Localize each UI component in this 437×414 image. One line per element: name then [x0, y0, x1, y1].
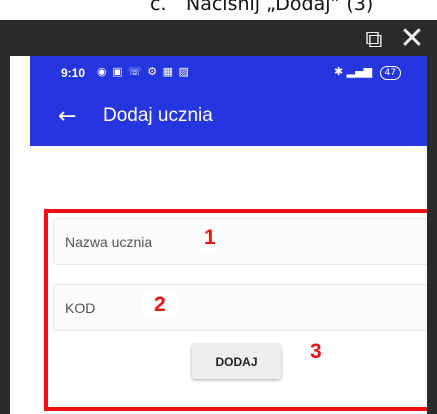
marker-3: 3	[302, 340, 330, 364]
signal-icon: ▂▄▆	[346, 65, 373, 78]
code-field[interactable]	[53, 284, 427, 331]
app-bar: ← Dodaj ucznia	[30, 90, 427, 146]
instruction-caption: c. Naciśnij „Dodaj” (3)	[150, 0, 437, 17]
status-right-icons: ✱ ▂▄▆ 47	[334, 65, 401, 80]
phone-screen: 9:10 ◉ ▣ ☏ ⚙ ▦ ▨ ✱ ▂▄▆ 47 ← Dodaj ucznia…	[10, 56, 427, 414]
marker-2: 2	[142, 293, 178, 317]
student-name-field[interactable]	[53, 218, 427, 265]
add-button[interactable]: DODAJ	[192, 344, 281, 379]
caption-text: Naciśnij „Dodaj” (3)	[186, 0, 374, 15]
status-bar: 9:10 ◉ ▣ ☏ ⚙ ▦ ▨ ✱ ▂▄▆ 47	[30, 56, 427, 90]
bluetooth-icon: ✱	[333, 65, 344, 78]
back-arrow-icon[interactable]: ←	[58, 104, 76, 129]
student-name-input[interactable]	[54, 219, 427, 264]
close-icon[interactable]: ✕	[392, 24, 432, 54]
marker-1: 1	[200, 226, 220, 250]
caption-number: c.	[150, 0, 167, 15]
code-input[interactable]	[54, 285, 427, 330]
notification-icons: ◉ ▣ ☏ ⚙ ▦ ▨	[88, 65, 190, 78]
page-title: Dodaj ucznia	[103, 105, 213, 126]
popout-icon[interactable]: ⧉	[360, 24, 388, 54]
status-time: 9:10	[61, 66, 86, 80]
battery-icon: 47	[379, 66, 401, 80]
form-content: DODAJ 1 2 3	[30, 146, 427, 414]
